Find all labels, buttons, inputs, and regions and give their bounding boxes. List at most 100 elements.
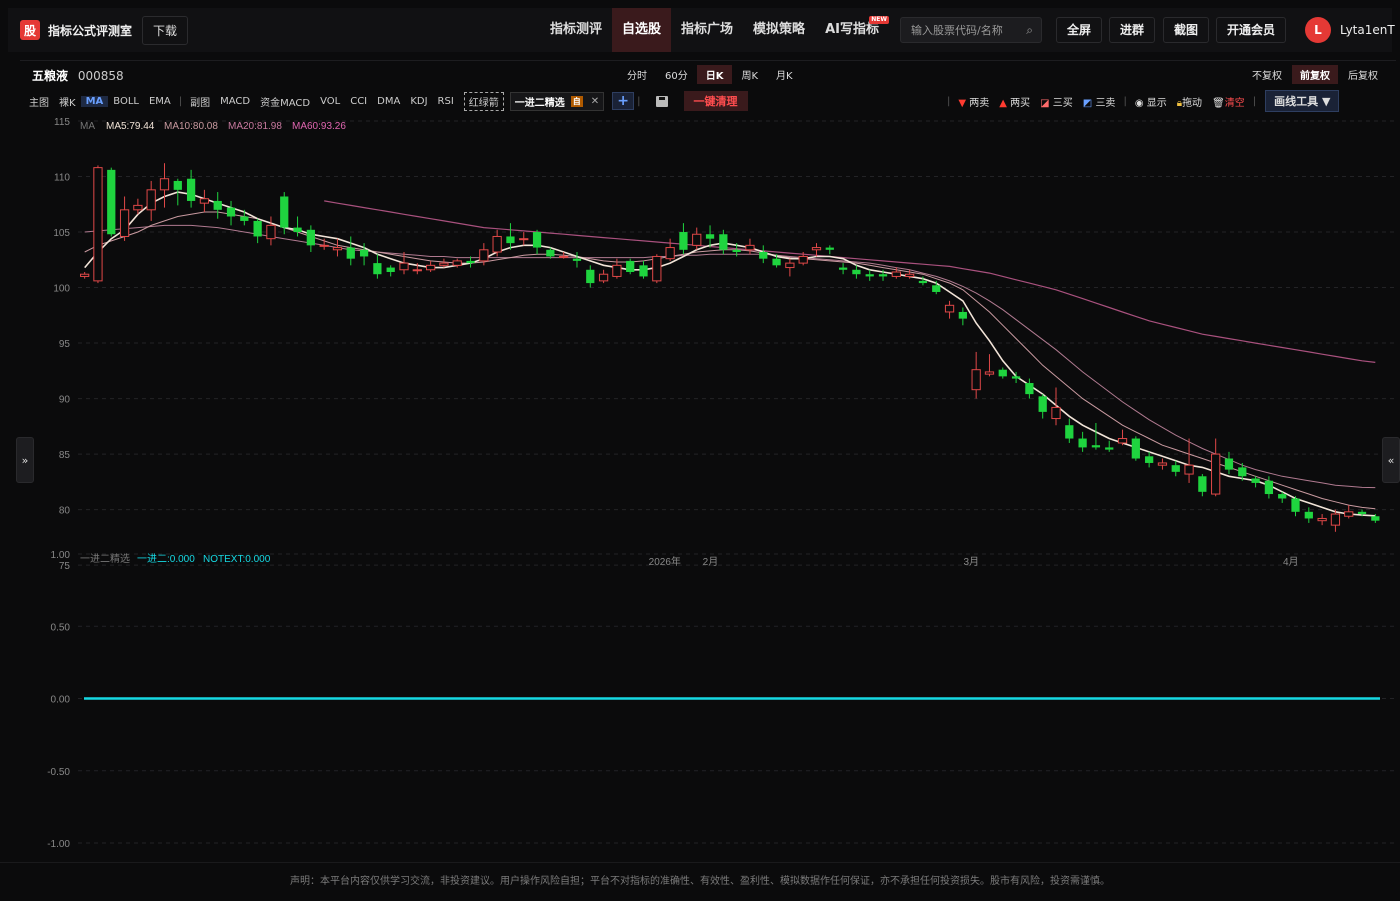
- period-tab-daily[interactable]: 日K: [696, 65, 733, 84]
- boll-toggle[interactable]: BOLL: [108, 96, 144, 107]
- price-tick: 100: [53, 284, 70, 295]
- fund-macd-toggle[interactable]: 资金MACD: [255, 94, 315, 109]
- fullscreen-button[interactable]: 全屏: [1056, 17, 1103, 43]
- indicator-toolbar: 主图 裸K MA BOLL EMA | 副图 MACD 资金MACD VOL C…: [20, 89, 1396, 113]
- adjust-tab-backward[interactable]: 后复权: [1340, 65, 1386, 84]
- vol-toggle[interactable]: VOL: [315, 96, 345, 107]
- save-icon[interactable]: [655, 95, 668, 107]
- time-tick: 4月: [1283, 556, 1299, 568]
- candle-down: [1025, 383, 1034, 395]
- cci-toggle[interactable]: CCI: [345, 96, 372, 107]
- ma5-value: MA5:79.44: [106, 121, 155, 132]
- chip-label: 一进二精选: [514, 97, 565, 109]
- candle-down: [240, 216, 249, 221]
- ma-toggle[interactable]: MA: [80, 95, 109, 107]
- candle-up: [519, 238, 529, 241]
- candle-down: [772, 258, 781, 266]
- drag-toggle[interactable]: 🔒︎拖动: [1172, 94, 1207, 109]
- clear-all-button[interactable]: 一键清理: [683, 91, 748, 111]
- ma20-value: MA20:81.98: [228, 121, 282, 132]
- add-indicator-button[interactable]: +: [612, 92, 635, 110]
- stock-code: 000858: [77, 69, 124, 83]
- avatar[interactable]: L: [1305, 17, 1331, 43]
- indicator-chip[interactable]: 一进二精选 自 ✕: [509, 91, 605, 111]
- candle-down: [732, 249, 741, 253]
- divider: |: [947, 95, 951, 107]
- nav-item-watchlist[interactable]: 自选股: [612, 8, 672, 52]
- search-icon[interactable]: ⌕: [1026, 23, 1033, 38]
- download-button[interactable]: 下载: [142, 15, 189, 45]
- candle-up: [425, 264, 436, 271]
- expand-right-button[interactable]: «: [1382, 437, 1400, 483]
- candle-down: [958, 311, 967, 319]
- chart-down-icon: ◩: [1082, 97, 1093, 109]
- triangle-up-icon: ▲: [999, 97, 1007, 109]
- username[interactable]: Lyta1enT: [1340, 23, 1395, 37]
- red-green-arrow-toggle[interactable]: 红绿箭: [463, 91, 504, 111]
- candle-up: [665, 247, 675, 260]
- divider: |: [637, 95, 641, 107]
- candle-up: [692, 233, 702, 246]
- adjust-tabs: 不复权 前复权 后复权: [1242, 65, 1386, 84]
- time-tick: 2026年: [649, 555, 681, 568]
- candle-down: [1091, 445, 1101, 448]
- price-tick: 80: [59, 506, 71, 517]
- candle-up: [80, 273, 90, 277]
- trash-icon: 🗑︎: [1212, 97, 1225, 109]
- divider: |: [1252, 95, 1257, 107]
- rsi-toggle[interactable]: RSI: [433, 96, 459, 107]
- chart-grid: [78, 120, 1396, 566]
- vip-button[interactable]: 开通会员: [1216, 17, 1287, 43]
- clear-label: 清空: [1224, 97, 1245, 109]
- adjust-tab-forward[interactable]: 前复权: [1292, 65, 1338, 84]
- candle-up: [199, 198, 210, 204]
- draw-tools-dropdown[interactable]: 画线工具 ▼: [1265, 90, 1340, 112]
- time-tick: 3月: [963, 556, 979, 568]
- period-tab-60min[interactable]: 60分: [656, 65, 697, 84]
- nav-item-sim-strategy[interactable]: 模拟策略: [743, 8, 815, 52]
- candle-up: [905, 273, 915, 277]
- kline-chart[interactable]: 115 110 105 100 95 90 85 80 75 2026年 2月 3月 4月 1.00 0…: [20, 113, 1396, 855]
- show-toggle[interactable]: ◉ 显示: [1130, 94, 1172, 109]
- two-buy-tool[interactable]: ▲ 两买: [994, 94, 1035, 109]
- nav-item-ai-indicator[interactable]: AI写指标 NEW: [815, 8, 889, 52]
- time-tick: 2月: [703, 556, 719, 568]
- price-tick: 85: [59, 450, 71, 461]
- ema-toggle[interactable]: EMA: [144, 96, 176, 107]
- period-tab-intraday[interactable]: 分时: [618, 65, 656, 84]
- show-label: 显示: [1146, 97, 1167, 109]
- macd-toggle[interactable]: MACD: [215, 96, 255, 107]
- candle-up: [785, 262, 795, 269]
- nav-item-indicator-review[interactable]: 指标测评: [540, 8, 612, 52]
- candle-down: [586, 269, 595, 284]
- three-buy-tool[interactable]: ◪ 三买: [1035, 94, 1078, 109]
- candle-down: [878, 274, 888, 277]
- period-tab-weekly[interactable]: 周K: [732, 65, 767, 84]
- two-sell-tool[interactable]: ▼ 两卖: [953, 94, 994, 109]
- screenshot-button[interactable]: 截图: [1163, 17, 1210, 43]
- candle-down: [1171, 465, 1180, 472]
- candle-down: [1357, 511, 1367, 515]
- ma-lines: [84, 191, 1376, 517]
- candle-down: [852, 269, 861, 275]
- dma-toggle[interactable]: DMA: [372, 96, 405, 107]
- sub-chart: 1.00 0.50 0.00 -0.50 -1.00: [47, 550, 1396, 850]
- sub-tick: 1.00: [51, 550, 71, 561]
- three-sell-tool[interactable]: ◩ 三卖: [1078, 94, 1121, 109]
- main-chart-label: 主图: [29, 97, 49, 109]
- candle-up: [745, 244, 755, 251]
- kdj-toggle[interactable]: KDJ: [405, 96, 432, 107]
- adjust-tab-none[interactable]: 不复权: [1244, 65, 1290, 84]
- drag-label: 拖动: [1182, 97, 1203, 109]
- candle-down: [759, 252, 768, 259]
- period-tab-monthly[interactable]: 月K: [767, 65, 802, 84]
- candle-down: [346, 247, 355, 259]
- close-icon[interactable]: ✕: [591, 96, 599, 107]
- candle-up: [146, 189, 156, 211]
- nav-item-indicator-square[interactable]: 指标广场: [671, 8, 743, 52]
- join-group-button[interactable]: 进群: [1109, 17, 1156, 43]
- stock-search-input[interactable]: 输入股票代码/名称 ⌕: [900, 17, 1042, 43]
- clear-drawings-button[interactable]: 🗑︎清空: [1207, 94, 1250, 109]
- bare-k-toggle[interactable]: 裸K: [54, 94, 81, 109]
- expand-left-button[interactable]: »: [16, 437, 34, 483]
